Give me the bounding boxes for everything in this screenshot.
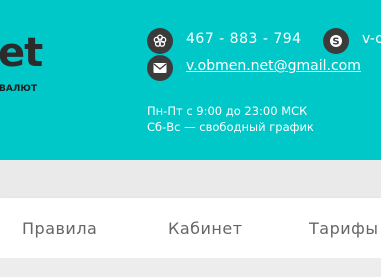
email-link[interactable]: v.obmen.net@gmail.com [186,58,361,74]
nav-item-tariffs[interactable]: Тарифы [309,219,378,238]
flower-icon [147,28,173,54]
nav-item-cabinet[interactable]: Кабинет [168,219,243,238]
working-hours-weekend: Сб-Вс — свободный график [147,120,314,134]
skype-icon[interactable]: S [323,28,349,54]
header-divider-strip [0,160,381,198]
svg-text:S: S [332,37,339,48]
working-hours-weekdays: Пн-Пт с 9:00 до 23:00 МСК [147,104,308,118]
page-background [0,258,381,277]
main-nav: Правила Кабинет Тарифы [0,198,381,258]
logo-subtitle: ВАЛЮТ [0,84,38,94]
logo[interactable]: et [0,28,43,78]
skype-id[interactable]: v-o [362,31,381,47]
phone-number[interactable]: 467 - 883 - 794 [186,31,302,47]
site-header: et ВАЛЮТ 467 - 883 - 794 S v-o v.obmen.n… [0,0,381,160]
mail-icon [147,55,173,81]
nav-item-rules[interactable]: Правила [22,219,97,238]
